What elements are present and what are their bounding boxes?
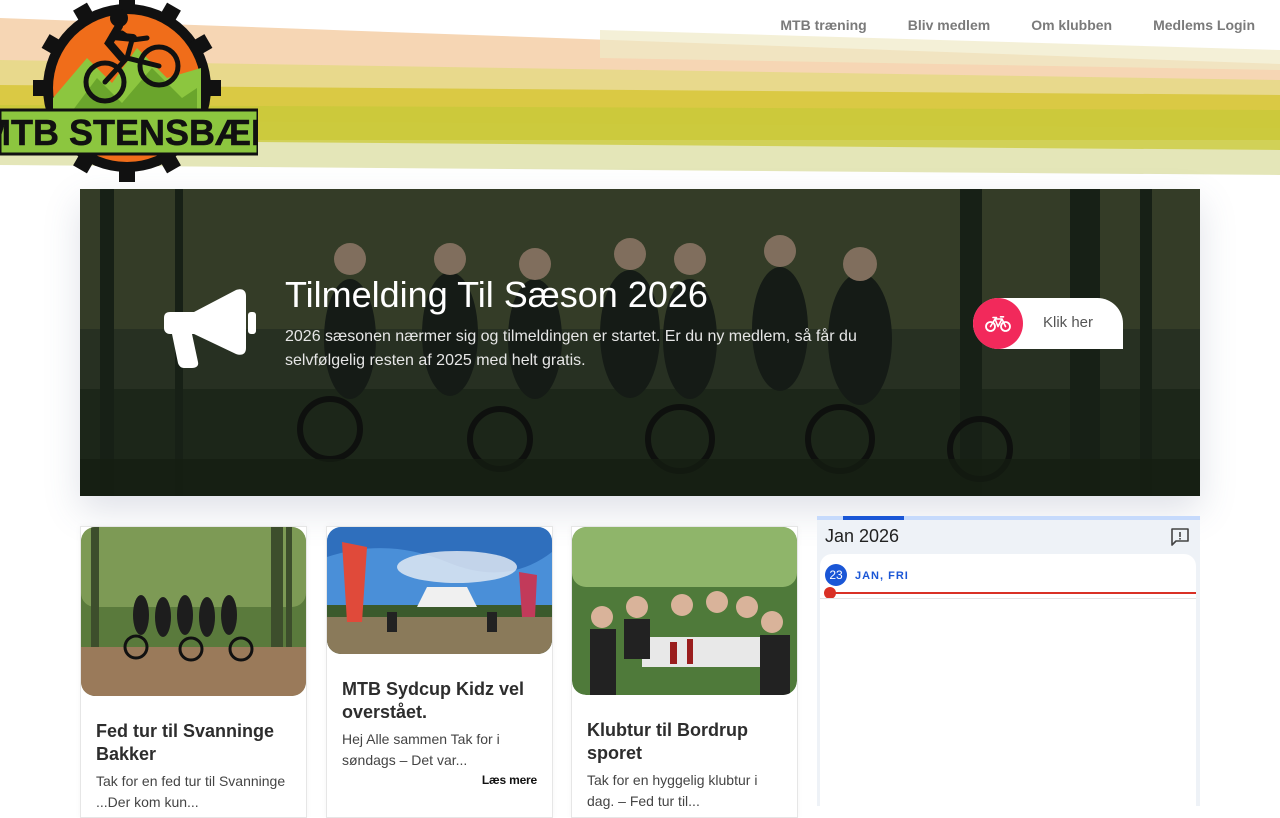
calendar-divider [820, 598, 1196, 599]
bicycle-icon [973, 298, 1023, 349]
main-nav: MTB træning Bliv medlem Om klubben Medle… [780, 14, 1255, 36]
nav-item-become-member[interactable]: Bliv medlem [908, 14, 990, 36]
hero-title: Tilmelding Til Sæson 2026 [285, 274, 708, 315]
calendar-loading-indicator [843, 516, 904, 520]
club-logo[interactable]: MTB STENSBÆK [0, 0, 258, 182]
post-title[interactable]: MTB Sydcup Kidz vel overstået. [342, 678, 537, 724]
megaphone-icon [164, 289, 256, 368]
nav-item-mtb-training[interactable]: MTB træning [780, 14, 866, 36]
current-time-line [824, 587, 1196, 599]
calendar-day-number[interactable]: 23 [825, 564, 847, 586]
post-card[interactable]: Klubtur til Bordrup sporet Tak for en hy… [571, 526, 798, 818]
post-title[interactable]: Klubtur til Bordrup sporet [587, 719, 782, 765]
post-card[interactable]: Fed tur til Svanninge Bakker Tak for en … [80, 526, 307, 818]
hero-cta-button[interactable]: Klik her [973, 298, 1123, 349]
hero-cta-label: Klik her [1043, 314, 1094, 331]
feedback-icon[interactable] [1170, 527, 1190, 547]
post-excerpt: Hej Alle sammen Tak for i søndags – Det … [342, 731, 500, 768]
calendar-day-view: 23 JAN, FRI [820, 554, 1196, 806]
nav-item-about-club[interactable]: Om klubben [1031, 14, 1112, 36]
hero-banner: Tilmelding Til Sæson 2026 2026 sæsonen n… [80, 189, 1200, 496]
svg-text:MTB STENSBÆK: MTB STENSBÆK [0, 112, 258, 153]
post-excerpt: Tak for en fed tur til Svanninge ...Der … [96, 773, 286, 810]
post-image[interactable] [572, 527, 797, 695]
post-image[interactable] [327, 527, 552, 654]
post-excerpt: Tak for en hyggelig klubtur i dag. – Fed… [587, 772, 758, 809]
calendar-widget: Jan 2026 23 JAN, FRI [817, 516, 1200, 806]
calendar-loading-bar [817, 516, 1200, 520]
post-title[interactable]: Fed tur til Svanninge Bakker [96, 720, 291, 766]
post-image[interactable] [81, 527, 306, 696]
calendar-month: Jan 2026 [825, 526, 900, 546]
hero-text: 2026 sæsonen nærmer sig og tilmeldingen … [285, 328, 857, 369]
nav-item-member-login[interactable]: Medlems Login [1153, 14, 1255, 36]
read-more-link[interactable]: Læs mere [482, 773, 537, 787]
calendar-day-label: JAN, FRI [855, 570, 909, 582]
post-card[interactable]: MTB Sydcup Kidz vel overstået. Hej Alle … [326, 526, 553, 818]
